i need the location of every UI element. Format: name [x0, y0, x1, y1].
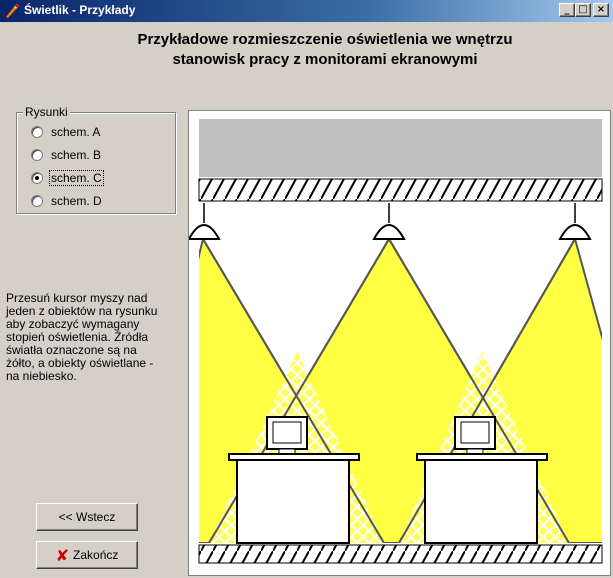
- instructions-text: Przesuń kursor myszy nad jeden z obiektó…: [6, 291, 158, 383]
- close-x-icon: ✘: [55, 545, 70, 565]
- page-title-line-1: Przykładowe rozmieszczenie oświetlenia w…: [137, 31, 513, 48]
- ceiling-slab: [199, 119, 602, 177]
- close-button[interactable]: ×: [593, 3, 609, 17]
- ceiling-hatch: [198, 178, 603, 202]
- radio-button[interactable]: [31, 126, 43, 138]
- back-button[interactable]: << Wstecz: [36, 503, 138, 531]
- radio-button[interactable]: [31, 149, 43, 161]
- back-button-label: << Wstecz: [58, 510, 116, 524]
- maximize-button[interactable]: □: [575, 3, 591, 17]
- radio-label[interactable]: schem. B: [50, 148, 102, 162]
- lighting-diagram: [187, 119, 603, 564]
- window-title: Świetlik - Przykłady: [24, 3, 136, 17]
- minimize-button[interactable]: _: [559, 3, 575, 17]
- lighting-diagram-frame: [187, 110, 611, 576]
- page-title-line-2: stanowisk pracy z monitorami ekranowymi: [172, 51, 478, 68]
- finish-button[interactable]: ✘ Zakończ: [36, 541, 138, 569]
- radio-button[interactable]: [31, 195, 43, 207]
- radio-schem-a[interactable]: schem. A: [31, 123, 101, 141]
- radio-label[interactable]: schem. D: [50, 194, 103, 208]
- finish-button-label: Zakończ: [73, 548, 119, 562]
- radio-button-checked[interactable]: [31, 172, 43, 184]
- drawings-group-label: Rysunki: [23, 105, 70, 119]
- radio-schem-c[interactable]: schem. C: [31, 169, 104, 187]
- radio-schem-d[interactable]: schem. D: [31, 192, 103, 210]
- title-bar: Świetlik - Przykłady _ □ ×: [0, 0, 613, 22]
- radio-label[interactable]: schem. A: [50, 125, 101, 139]
- radio-schem-b[interactable]: schem. B: [31, 146, 102, 164]
- radio-label[interactable]: schem. C: [49, 170, 104, 186]
- firefly-icon: [6, 4, 19, 18]
- page-title: Przykładowe rozmieszczenie oświetlenia w…: [40, 30, 610, 70]
- floor-hatch: [198, 544, 603, 564]
- drawings-group: Rysunki schem. A schem. B schem. C schem…: [16, 105, 176, 214]
